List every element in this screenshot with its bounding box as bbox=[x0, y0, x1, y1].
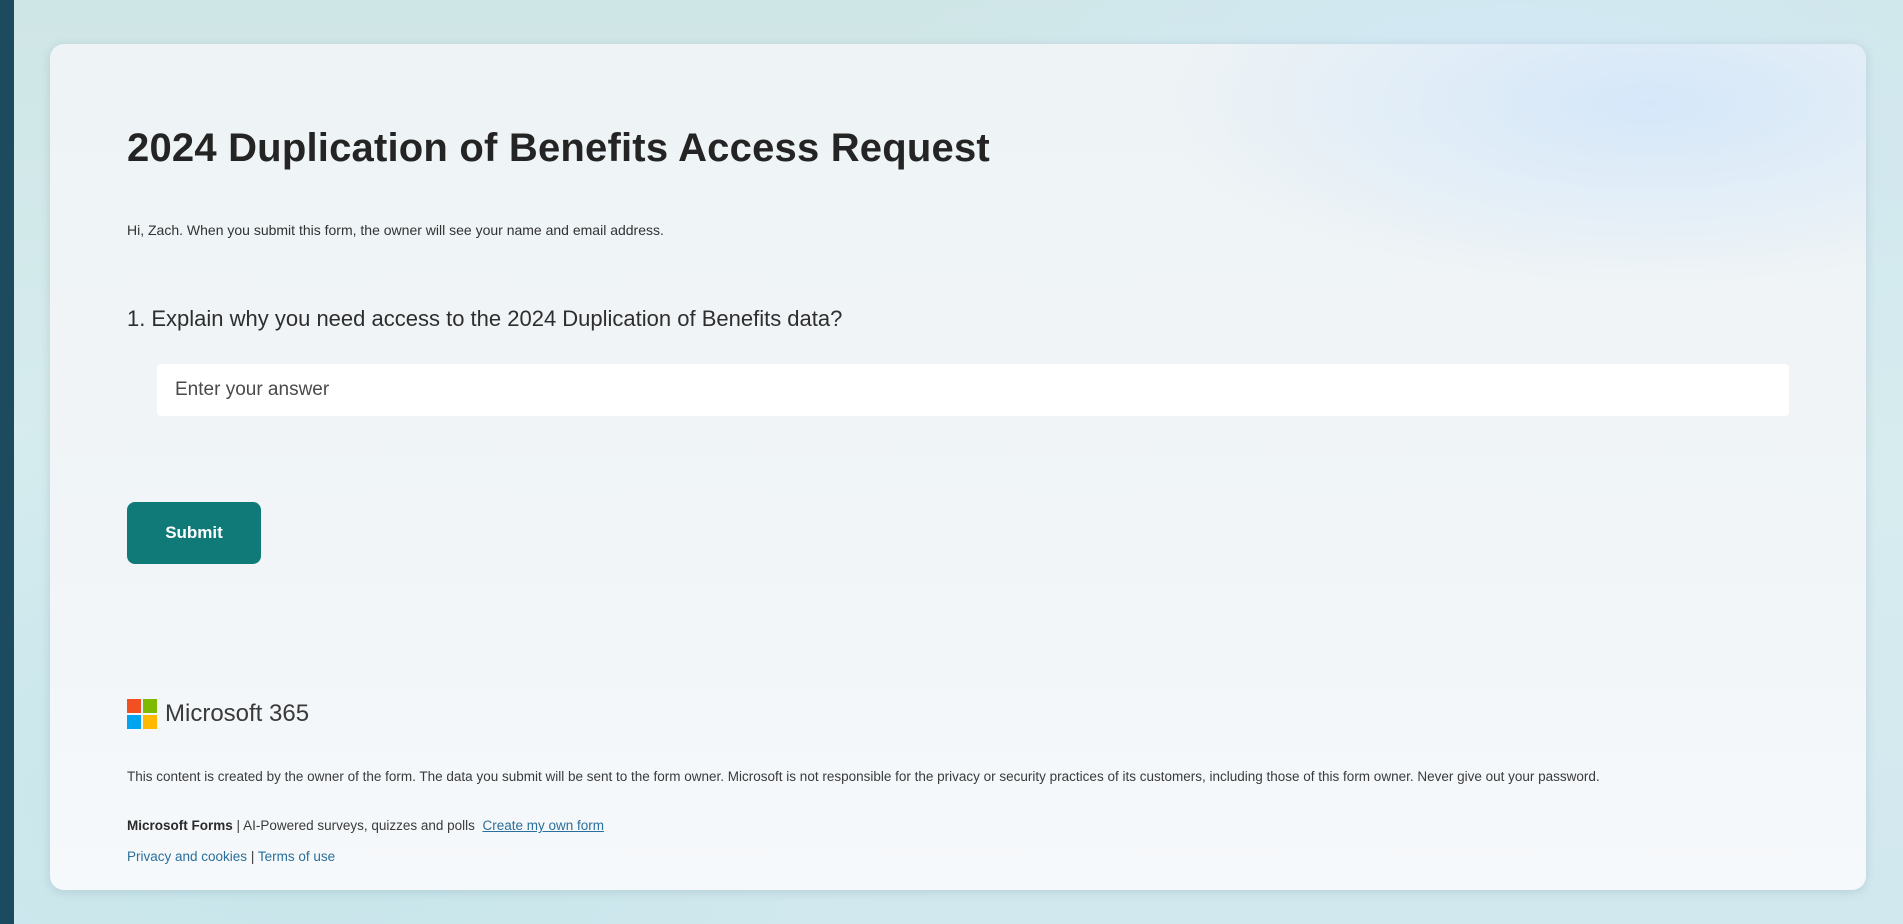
submit-button[interactable]: Submit bbox=[127, 502, 261, 564]
form-title: 2024 Duplication of Benefits Access Requ… bbox=[127, 126, 990, 170]
microsoft-365-brand: Microsoft 365 bbox=[127, 699, 309, 729]
forms-product-name: Microsoft Forms bbox=[127, 818, 233, 833]
create-own-form-link[interactable]: Create my own form bbox=[482, 818, 604, 833]
logo-square-red bbox=[127, 699, 141, 713]
greeting-text: Hi, Zach. When you submit this form, the… bbox=[127, 222, 664, 238]
separator: | bbox=[250, 849, 255, 864]
logo-square-green bbox=[143, 699, 157, 713]
form-card: 2024 Duplication of Benefits Access Requ… bbox=[50, 44, 1866, 890]
question-number: 1. bbox=[127, 306, 146, 331]
answer-input[interactable] bbox=[157, 364, 1789, 416]
terms-of-use-link[interactable]: Terms of use bbox=[258, 849, 335, 864]
question-text: Explain why you need access to the 2024 … bbox=[151, 306, 843, 331]
microsoft-logo-icon bbox=[127, 699, 157, 729]
logo-square-blue bbox=[127, 715, 141, 729]
forms-footer-line: Microsoft Forms | AI-Powered surveys, qu… bbox=[127, 818, 604, 833]
forms-tagline: AI-Powered surveys, quizzes and polls bbox=[243, 818, 475, 833]
question-1: 1. Explain why you need access to the 202… bbox=[127, 306, 842, 332]
privacy-cookies-link[interactable]: Privacy and cookies bbox=[127, 849, 247, 864]
logo-square-yellow bbox=[143, 715, 157, 729]
legal-links: Privacy and cookies | Terms of use bbox=[127, 849, 335, 864]
brand-name: Microsoft 365 bbox=[165, 700, 310, 727]
separator: | bbox=[236, 818, 241, 833]
disclaimer-text: This content is created by the owner of … bbox=[127, 769, 1600, 784]
